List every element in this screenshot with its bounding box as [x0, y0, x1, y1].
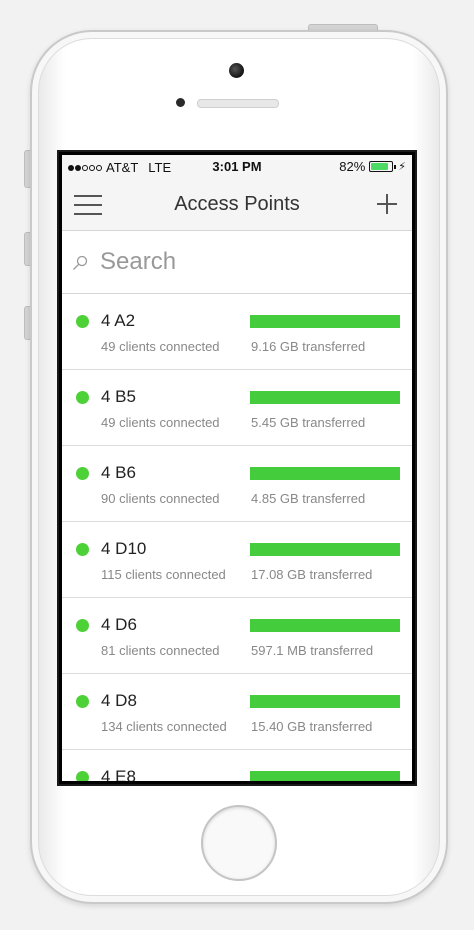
online-status-icon	[76, 771, 89, 781]
data-transferred-label: 17.08 GB transferred	[251, 567, 373, 582]
earpiece-speaker	[197, 99, 279, 108]
online-status-icon	[76, 467, 89, 480]
access-point-list: 4 A2 49 clients connected 9.16 GB transf…	[62, 294, 412, 781]
battery-tip	[394, 164, 397, 169]
battery-fill	[371, 163, 388, 170]
search-input[interactable]	[100, 245, 400, 279]
usage-bar	[250, 391, 400, 404]
add-access-point-button[interactable]	[372, 189, 402, 219]
usage-bar-fill	[250, 467, 400, 480]
access-point-name: 4 D10	[101, 539, 147, 558]
usage-bar-fill	[250, 391, 400, 404]
phone-screen: AT&T LTE 3:01 PM 82% ⚡ Access Points Sea…	[57, 150, 417, 786]
data-transferred-label: 9.16 GB transferred	[251, 339, 366, 354]
usage-bar-fill	[250, 619, 400, 632]
online-status-icon	[76, 543, 89, 556]
clients-connected-label: 134 clients connected	[101, 719, 227, 734]
access-point-row[interactable]: 4 D10 115 clients connected 17.08 GB tra…	[62, 522, 412, 598]
usage-bar-fill	[250, 695, 400, 708]
usage-bar	[250, 543, 400, 556]
clients-connected-label: 115 clients connected	[101, 567, 226, 582]
usage-bar	[250, 619, 400, 632]
navigation-bar: Access Points	[62, 179, 412, 231]
online-status-icon	[76, 315, 89, 328]
search-icon	[73, 255, 88, 270]
status-bar: AT&T LTE 3:01 PM 82% ⚡	[62, 155, 412, 179]
clients-connected-label: 49 clients connected	[101, 339, 220, 354]
app-window: AT&T LTE 3:01 PM 82% ⚡ Access Points Sea…	[62, 155, 412, 781]
usage-bar-fill	[250, 315, 400, 328]
front-camera	[229, 63, 244, 78]
data-transferred-label: 5.45 GB transferred	[251, 415, 366, 430]
access-point-row[interactable]: 4 D6 81 clients connected 597.1 MB trans…	[62, 598, 412, 674]
online-status-icon	[76, 695, 89, 708]
data-transferred-label: 597.1 MB transferred	[251, 643, 374, 658]
hamburger-menu-icon[interactable]	[74, 195, 102, 215]
usage-bar	[250, 695, 400, 708]
battery-percent: 82%	[339, 159, 366, 174]
device-mockup: AT&T LTE 3:01 PM 82% ⚡ Access Points Sea…	[0, 0, 474, 930]
home-button[interactable]	[201, 805, 277, 881]
clients-connected-label: 49 clients connected	[101, 415, 220, 430]
usage-bar	[250, 467, 400, 480]
data-transferred-label: 15.40 GB transferred	[251, 719, 373, 734]
status-bar-right: 82% ⚡	[339, 159, 406, 174]
access-point-name: 4 B5	[101, 387, 136, 406]
page-title: Access Points	[174, 193, 300, 215]
usage-bar-fill	[250, 771, 400, 781]
access-point-row[interactable]: 4 E8	[62, 750, 412, 781]
access-point-name: 4 D6	[101, 615, 137, 634]
online-status-icon	[76, 619, 89, 632]
access-point-row[interactable]: 4 B5 49 clients connected 5.45 GB transf…	[62, 370, 412, 446]
clients-connected-label: 81 clients connected	[101, 643, 220, 658]
battery-icon	[369, 161, 394, 172]
access-point-name: 4 E8	[101, 767, 136, 781]
usage-bar	[250, 315, 400, 328]
access-point-row[interactable]: 4 A2 49 clients connected 9.16 GB transf…	[62, 294, 412, 370]
access-point-name: 4 B6	[101, 463, 136, 482]
search-bar	[62, 231, 412, 294]
online-status-icon	[76, 391, 89, 404]
data-transferred-label: 4.85 GB transferred	[251, 491, 366, 506]
access-point-name: 4 D8	[101, 691, 137, 710]
proximity-sensor	[176, 98, 185, 107]
usage-bar	[250, 771, 400, 781]
access-point-name: 4 A2	[101, 311, 136, 330]
access-point-row[interactable]: 4 B6 90 clients connected 4.85 GB transf…	[62, 446, 412, 522]
access-point-row[interactable]: 4 D8 134 clients connected 15.40 GB tran…	[62, 674, 412, 750]
clients-connected-label: 90 clients connected	[101, 491, 220, 506]
charging-bolt-icon: ⚡	[398, 161, 406, 173]
usage-bar-fill	[250, 543, 400, 556]
